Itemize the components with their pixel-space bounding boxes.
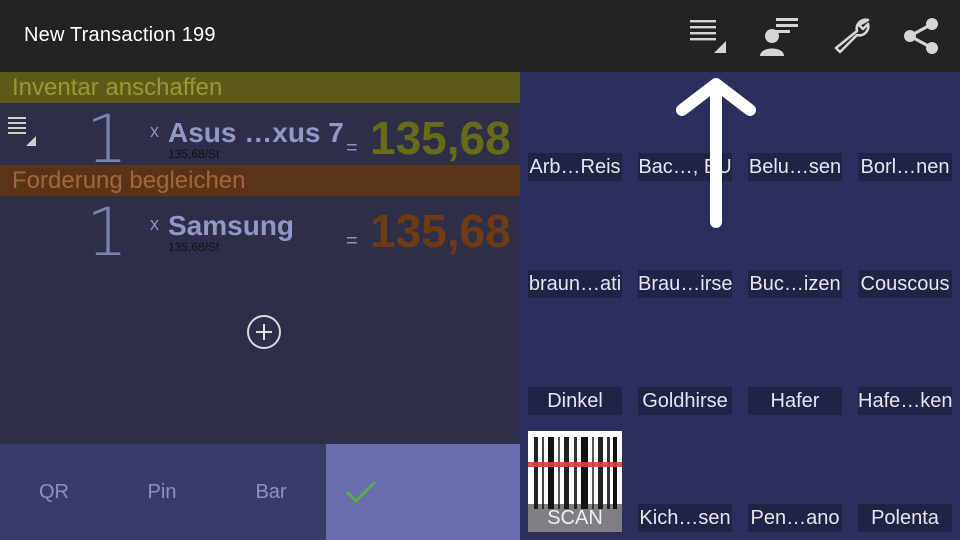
check-icon [345,480,377,504]
confirm-button[interactable] [326,444,520,540]
product-tile[interactable]: Belu…sen [748,153,842,181]
product-tile[interactable]: Buc…izen [748,270,842,298]
unit-price: 135,68/St [168,147,220,161]
product-tile[interactable]: Bac…, EU [638,153,732,181]
equals-sign: = [346,137,358,159]
add-entry-button[interactable] [247,315,281,349]
account-header[interactable]: Forderung begleichen [0,165,520,196]
product-tile[interactable]: Kich…sen [638,504,732,532]
item-name[interactable]: Asus …xus 7 [168,117,344,149]
product-tile[interactable]: Polenta [858,504,952,532]
account-header[interactable]: Inventar anschaffen [0,72,520,103]
person-list-icon[interactable] [752,12,800,60]
product-tile[interactable]: Goldhirse [638,387,732,415]
action-bar: New Transaction 199 [0,0,960,72]
amount[interactable]: 135,68 [370,204,511,258]
share-icon[interactable] [898,12,946,60]
pin-button[interactable]: Pin [108,444,216,540]
transaction-row[interactable]: 1 x Samsung 135,68/St = 135,68 [0,194,520,271]
product-tile[interactable]: Brau…irse [638,270,732,298]
product-tile[interactable]: Hafer [748,387,842,415]
transaction-row[interactable]: 1 x Asus …xus 7 135,68/St = 135,68 [0,101,520,178]
wrench-icon[interactable] [828,12,876,60]
times-sign: x [150,121,159,141]
product-grid: Arb…Reis Bac…, EU Belu…sen Borl…nen brau… [520,72,960,540]
unit-price: 135,68/St [168,240,220,254]
product-tile[interactable]: Arb…Reis [528,153,622,181]
scan-label: SCAN [528,504,622,532]
list-menu-icon[interactable] [684,12,732,60]
amount[interactable]: 135,68 [370,111,511,165]
product-tile[interactable]: Couscous [858,270,952,298]
equals-sign: = [346,230,358,252]
product-tile[interactable]: Hafe…ken [858,387,952,415]
product-tile[interactable]: Pen…ano [748,504,842,532]
bar-button[interactable]: Bar [216,444,326,540]
product-tile[interactable]: braun…ati [528,270,622,298]
product-tile[interactable]: Borl…nen [858,153,952,181]
bottom-bar: QR Pin Bar [0,444,520,540]
product-tile[interactable]: Dinkel [528,387,622,415]
scan-button[interactable]: SCAN [528,431,622,532]
item-name[interactable]: Samsung [168,210,294,242]
transaction-panel: Inventar anschaffen 1 x Asus …xus 7 135,… [0,72,520,444]
qr-button[interactable]: QR [0,444,108,540]
quantity[interactable]: 1 [86,194,128,271]
row-menu-icon[interactable] [6,115,38,151]
times-sign: x [150,214,159,234]
page-title: New Transaction 199 [24,24,216,46]
